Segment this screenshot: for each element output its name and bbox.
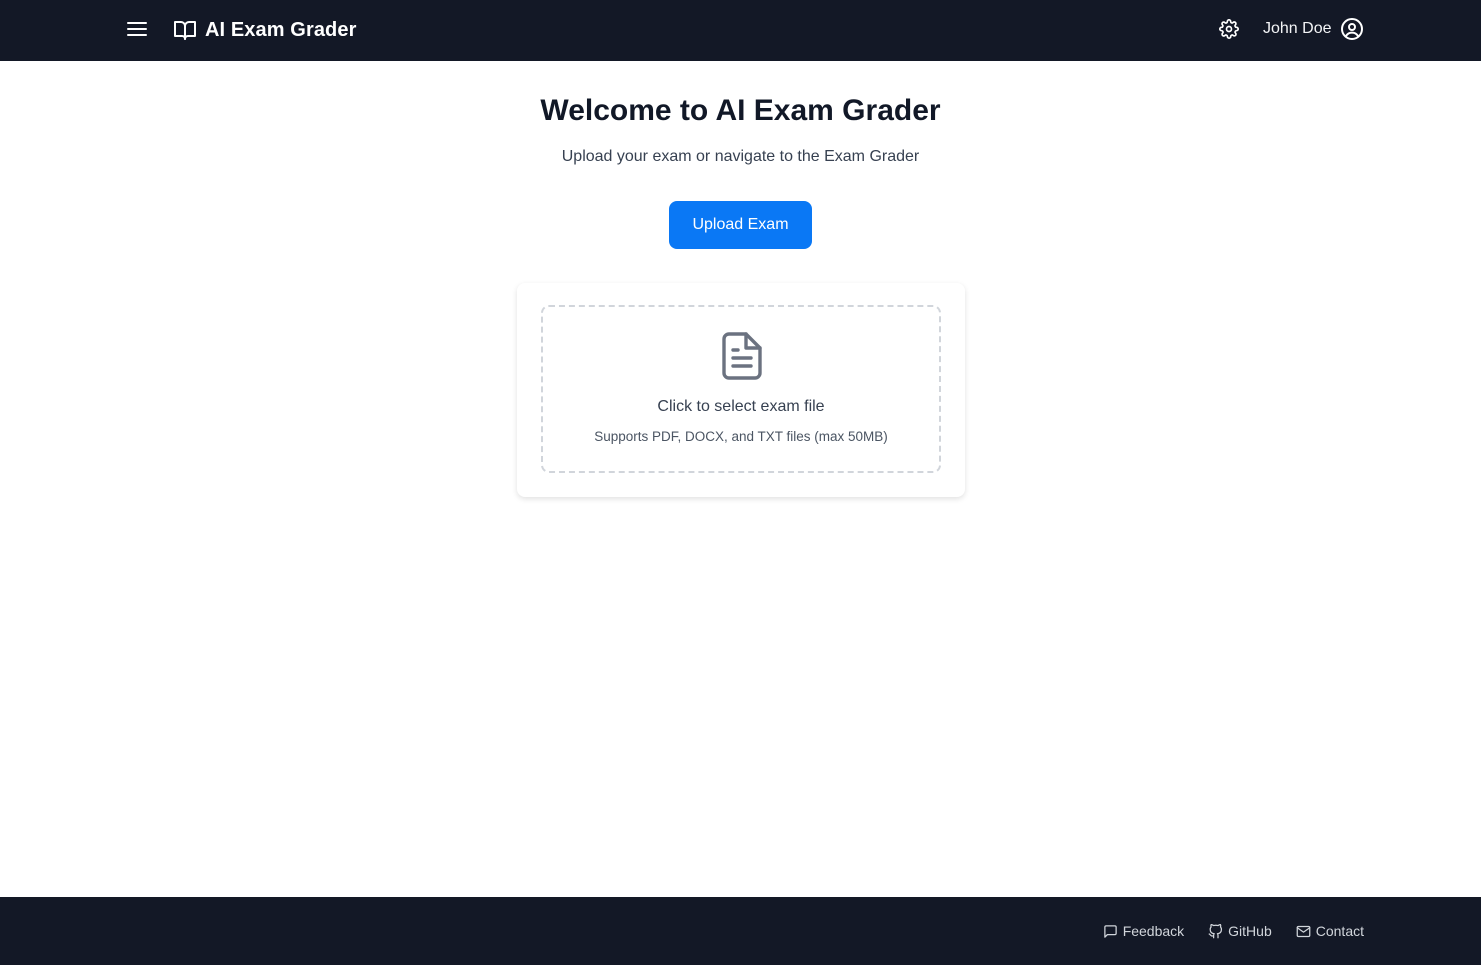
footer-link-contact[interactable]: Contact [1296,923,1364,939]
user-circle-icon [1340,18,1363,40]
app-title: AI Exam Grader [205,18,357,41]
footer-link-github[interactable]: GitHub [1208,923,1272,939]
gear-icon [1219,19,1239,39]
footer-link-label: Feedback [1122,923,1185,939]
book-open-icon [174,21,196,40]
footer-link-feedback[interactable]: Feedback [1103,923,1184,939]
top-navbar: AI Exam Grader John Doe [0,0,1481,61]
footer: Feedback GitHub Contact [0,897,1481,965]
dropzone-hint: Supports PDF, DOCX, and TXT files (max 5… [594,429,888,444]
footer-link-label: Contact [1315,923,1364,939]
file-text-icon [722,332,762,380]
mail-icon [1296,925,1311,937]
upload-exam-button[interactable]: Upload Exam [669,201,812,249]
footer-link-label: GitHub [1228,923,1272,939]
menu-button[interactable] [124,15,150,43]
page-title: Welcome to AI Exam Grader [540,94,941,127]
main-content: Welcome to AI Exam Grader Upload your ex… [0,61,1481,897]
footer-links: Feedback GitHub Contact [1103,922,1364,940]
user-menu[interactable]: John Doe [1263,16,1364,42]
page-subtitle: Upload your exam or navigate to the Exam… [561,148,920,165]
github-icon [1208,923,1223,938]
dropzone-label: Click to select exam file [657,398,825,415]
menu-icon [127,22,147,36]
upload-card: Click to select exam file Supports PDF, … [517,283,965,497]
file-dropzone[interactable]: Click to select exam file Supports PDF, … [541,305,941,473]
brand-link[interactable]: AI Exam Grader [173,16,356,44]
settings-button[interactable] [1217,17,1241,41]
message-square-icon [1103,924,1117,938]
user-name: John Doe [1263,20,1332,37]
